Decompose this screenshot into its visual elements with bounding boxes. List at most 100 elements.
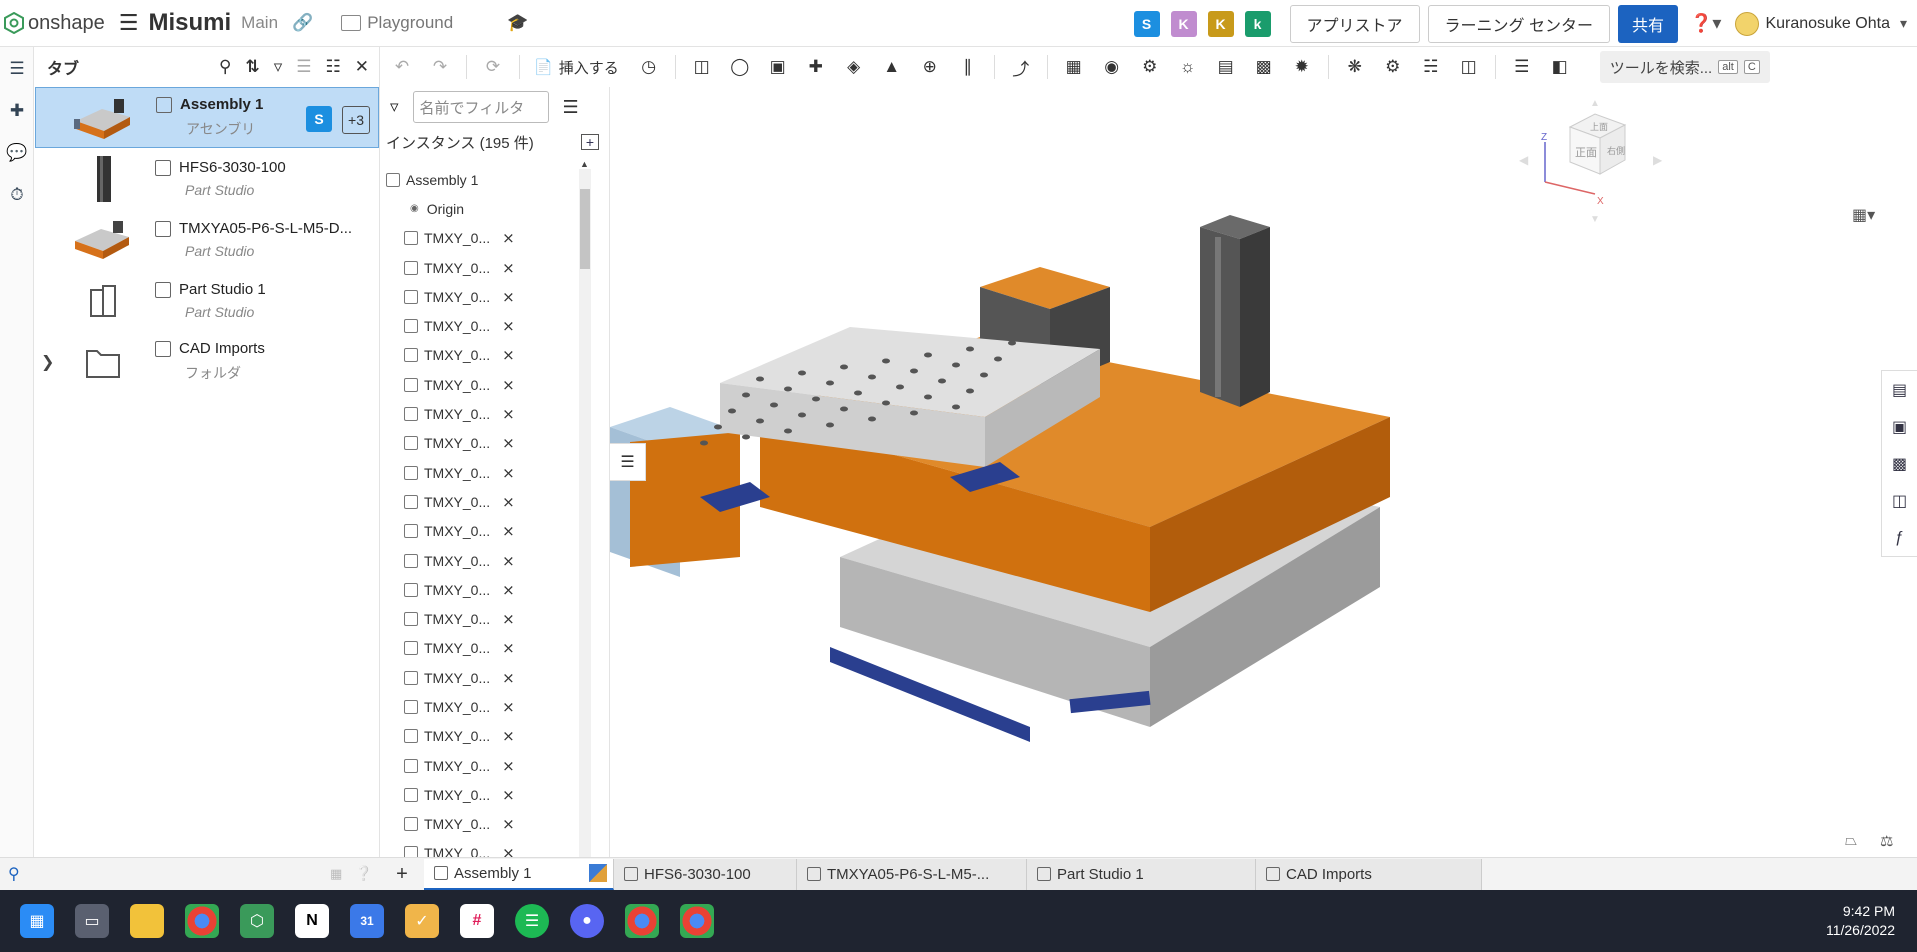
add-folder-icon[interactable]: + [581, 134, 599, 150]
instance-row[interactable]: TMXY_0... ⨯ [380, 751, 580, 780]
mate-features-icon[interactable]: ✚ [6, 101, 28, 123]
replicate-icon[interactable]: ❋ [1343, 55, 1367, 79]
clock-icon[interactable]: ◷ [637, 55, 661, 79]
system-clock[interactable]: 9:42 PM 11/26/2022 [1826, 902, 1895, 940]
collaborator-badge[interactable]: S [306, 106, 332, 132]
list-view-icon[interactable]: ☰ [563, 97, 579, 118]
graduation-cap-icon[interactable]: 🎓 [507, 13, 528, 33]
planar-mate-icon[interactable]: ✚ [804, 55, 828, 79]
toggle-instance-list-icon[interactable]: ☰ [610, 443, 646, 481]
chrome-profile-2-icon[interactable] [680, 904, 714, 938]
link-icon[interactable]: 🔗 [292, 13, 313, 33]
tab-tmxya05[interactable]: TMXYA05-P6-S-L-M5-... [797, 858, 1027, 890]
list-view-icon[interactable]: ☰ [296, 57, 311, 77]
collaborator-avatar[interactable]: K [1170, 10, 1197, 37]
rotate-down-icon[interactable]: ▼ [1590, 214, 1600, 225]
instance-row[interactable]: TMXY_0... ⨯ [380, 722, 580, 751]
menu-icon[interactable]: ☰ [119, 10, 139, 36]
start-icon[interactable]: ▦ [20, 904, 54, 938]
file-explorer-icon[interactable] [130, 904, 164, 938]
instance-row[interactable]: TMXY_0... ⨯ [380, 429, 580, 458]
bom-icon[interactable]: ☰ [1510, 55, 1534, 79]
cylindrical-mate-icon[interactable]: ◈ [842, 55, 866, 79]
avatar[interactable] [1735, 11, 1760, 36]
instance-row[interactable]: TMXY_0... ⨯ [380, 517, 580, 546]
pin-slot-mate-icon[interactable]: ▲ [880, 55, 904, 79]
explode-icon[interactable]: ◫ [1457, 55, 1481, 79]
graphics-viewport[interactable]: 上面 正面 右側 Z X ◀ ▶ ▲ ▼ ▦▾ ⏢ ⚖ [610, 87, 1917, 857]
view-cube-front[interactable]: 正面 [1575, 147, 1597, 159]
close-icon[interactable]: ✕ [355, 57, 369, 77]
rotate-right-icon[interactable]: ▶ [1653, 153, 1663, 167]
add-tab-icon[interactable]: + [380, 858, 424, 891]
instance-row[interactable]: TMXY_0... ⨯ [380, 253, 580, 282]
search-tabs-icon[interactable]: ⚲ [8, 864, 20, 884]
onshape-app-icon[interactable]: ⬡ [240, 904, 274, 938]
help-icon[interactable]: ❓▾ [1690, 13, 1721, 34]
measure-readout-icon[interactable]: ⏢ [1845, 832, 1857, 849]
collaborator-avatar[interactable]: k [1244, 10, 1271, 37]
collaborator-avatar[interactable]: K [1207, 10, 1234, 37]
measure-icon[interactable]: ◧ [1548, 55, 1572, 79]
scrollbar-thumb[interactable] [580, 189, 590, 269]
instance-row[interactable]: TMXY_0... ⨯ [380, 458, 580, 487]
tab-item-tmxya05[interactable]: TMXYA05-P6-S-L-M5-D... Part Studio [35, 209, 379, 270]
screw-relation-icon[interactable]: ▩ [1252, 55, 1276, 79]
app-store-button[interactable]: アプリストア [1289, 4, 1420, 43]
task-view-icon[interactable]: ▭ [75, 904, 109, 938]
view-options-icon[interactable]: ▦▾ [1852, 205, 1875, 225]
named-views-icon[interactable]: ◫ [1882, 482, 1917, 519]
instance-row[interactable]: TMXY_0... ⨯ [380, 780, 580, 809]
properties-icon[interactable]: ▤ [1882, 371, 1917, 408]
gear-relation-icon[interactable]: ☼ [1176, 55, 1200, 79]
rotate-up-icon[interactable]: ▲ [1590, 98, 1600, 109]
search-icon[interactable]: ⚲ [219, 57, 231, 77]
instance-row[interactable]: TMXY_0... ⨯ [380, 634, 580, 663]
sort-icon[interactable]: ⇅ [245, 57, 259, 77]
view-cube-right[interactable]: 右側 [1607, 145, 1625, 156]
instance-row[interactable]: TMXY_0... ⨯ [380, 399, 580, 428]
instance-row[interactable]: TMXY_0... ⨯ [380, 575, 580, 604]
slack-icon[interactable]: # [460, 904, 494, 938]
tab-item-part-studio-1[interactable]: Part Studio 1 Part Studio [35, 270, 379, 331]
tab-item-cad-imports[interactable]: ❯ CAD Imports フォルダ [35, 331, 379, 392]
rotate-left-icon[interactable]: ◀ [1519, 153, 1529, 167]
view-cube[interactable]: 上面 正面 右側 Z X ◀ ▶ ▲ ▼ [1515, 92, 1665, 232]
revolute-mate-icon[interactable]: ◯ [728, 55, 752, 79]
tab-item-hfs6[interactable]: HFS6-3030-100 Part Studio [35, 148, 379, 209]
calendar-icon[interactable]: 31 [350, 904, 384, 938]
group-icon[interactable]: ▦ [1062, 55, 1086, 79]
chevron-down-icon[interactable]: ▾ [1900, 15, 1907, 32]
document-name[interactable]: Misumi [148, 9, 231, 37]
tangent-mate-icon[interactable]: ⤴ [1009, 55, 1033, 79]
parallel-mate-icon[interactable]: ∥ [956, 55, 980, 79]
feature-list-icon[interactable]: ☰ [6, 59, 28, 81]
comment-icon[interactable]: 💬 [6, 143, 28, 165]
instance-row[interactable]: TMXY_0... ⨯ [380, 663, 580, 692]
discord-icon[interactable]: ● [570, 904, 604, 938]
filter-input[interactable]: 名前でフィルタ [412, 91, 549, 123]
mass-properties-icon[interactable]: ⚖ [1880, 832, 1893, 850]
fastened-mate-icon[interactable]: ◫ [690, 55, 714, 79]
tab-item-assembly[interactable]: Assembly 1 アセンブリ S +3 [35, 87, 379, 148]
tab-hfs6[interactable]: HFS6-3030-100 [614, 858, 797, 890]
tree-origin[interactable]: ◉ Origin [380, 194, 580, 223]
tool-search[interactable]: ツールを検索... alt C [1599, 51, 1770, 83]
pattern-icon[interactable]: ⚙ [1381, 55, 1405, 79]
mate-connector-icon[interactable]: ◉ [1100, 55, 1124, 79]
instance-row[interactable]: TMXY_0... ⨯ [380, 311, 580, 340]
notion-icon[interactable]: N [295, 904, 329, 938]
undo-icon[interactable]: ↶ [390, 55, 414, 79]
tree-root[interactable]: Assembly 1 [380, 165, 580, 194]
instance-row[interactable]: TMXY_0... ⨯ [380, 810, 580, 839]
instance-row[interactable]: TMXY_0... ⨯ [380, 282, 580, 311]
more-collaborators-badge[interactable]: +3 [342, 106, 370, 134]
detail-view-icon[interactable]: ☷ [326, 57, 341, 77]
configurations-icon[interactable]: ▩ [1882, 445, 1917, 482]
tab-part-studio-1[interactable]: Part Studio 1 [1027, 858, 1256, 890]
ball-mate-icon[interactable]: ⊕ [918, 55, 942, 79]
instance-row[interactable]: TMXY_0... ⨯ [380, 692, 580, 721]
tab-cad-imports[interactable]: CAD Imports [1256, 858, 1482, 890]
filter-icon[interactable]: ▿ [390, 97, 399, 117]
folder-breadcrumb[interactable]: Playground [341, 13, 453, 33]
